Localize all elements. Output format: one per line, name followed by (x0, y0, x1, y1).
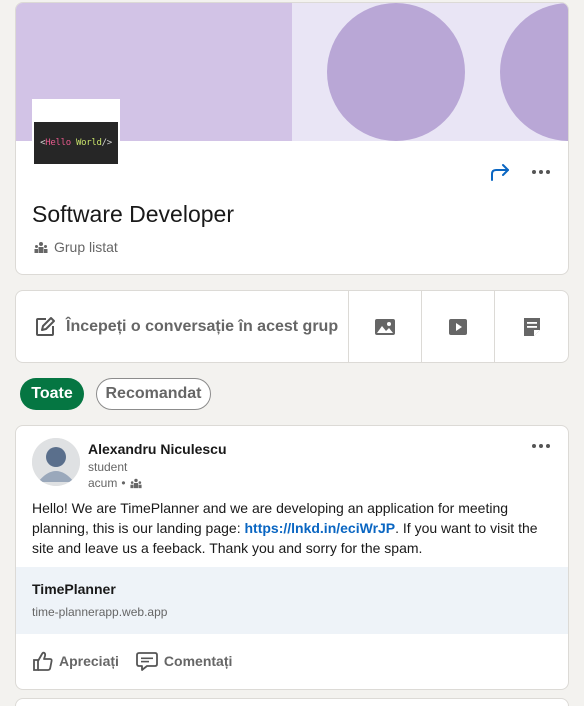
post-more-button[interactable] (526, 434, 556, 458)
group-title: Software Developer (32, 201, 234, 227)
article-icon (523, 317, 540, 336)
logo-text-world: World (76, 138, 102, 148)
image-icon (375, 318, 396, 335)
post-link[interactable]: https://lnkd.in/eciWrJP (244, 520, 395, 536)
post-composer: Începeți o conversație în acest grup (15, 290, 569, 363)
comment-label: Comentați (163, 653, 233, 669)
like-label: Apreciați (59, 653, 119, 669)
add-video-button[interactable] (422, 291, 496, 362)
post-meta: acum • (88, 476, 142, 490)
post-time: acum (88, 476, 118, 490)
post-actions: Apreciați Comentați (32, 650, 248, 672)
cover-circle (500, 3, 568, 141)
avatar[interactable] (32, 438, 80, 486)
logo-text-hello: Hello (45, 138, 71, 148)
link-preview-title: TimePlanner (32, 581, 116, 597)
post-author-name[interactable]: Alexandru Niculescu (88, 441, 227, 457)
more-icon (532, 170, 550, 174)
like-icon (33, 651, 53, 671)
share-button[interactable] (485, 159, 515, 185)
link-preview-url: time-plannerapp.web.app (32, 605, 168, 619)
add-photo-button[interactable] (349, 291, 423, 362)
group-logo[interactable]: < Hello World/> (32, 99, 120, 167)
group-header-card: < Hello World/> Software Developer Grup l… (15, 2, 569, 275)
edit-icon (36, 316, 55, 336)
group-icon (129, 478, 142, 489)
write-article-button[interactable] (495, 291, 568, 362)
like-button[interactable]: Apreciați (32, 650, 119, 672)
group-type: Grup listat (34, 239, 118, 255)
person-icon (32, 438, 80, 486)
feed-post: Alexandru Niculescu student acum • Hello… (15, 425, 569, 690)
share-icon (491, 164, 509, 181)
link-preview-card[interactable]: TimePlanner time-plannerapp.web.app (16, 567, 568, 634)
post-author-headline: student (88, 460, 128, 474)
group-type-label: Grup listat (54, 239, 118, 255)
video-icon (449, 318, 468, 335)
next-post-card (15, 698, 569, 706)
start-post-button[interactable]: Începeți o conversație în acest grup (16, 291, 350, 362)
logo-text-close: /> (101, 138, 113, 148)
filter-recommended-button[interactable]: Recomandat (96, 378, 211, 410)
group-logo-image: < Hello World/> (34, 122, 118, 164)
group-more-button[interactable] (526, 159, 556, 185)
filter-all-button[interactable]: Toate (20, 378, 84, 410)
post-body: Hello! We are TimePlanner and we are dev… (32, 498, 552, 558)
start-post-label: Începeți o conversație în acest grup (66, 317, 339, 335)
meta-separator: • (121, 476, 126, 490)
cover-circle (327, 3, 465, 141)
more-icon (532, 444, 550, 448)
comment-icon (136, 652, 158, 671)
group-icon (34, 242, 48, 253)
comment-button[interactable]: Comentați (135, 650, 232, 672)
